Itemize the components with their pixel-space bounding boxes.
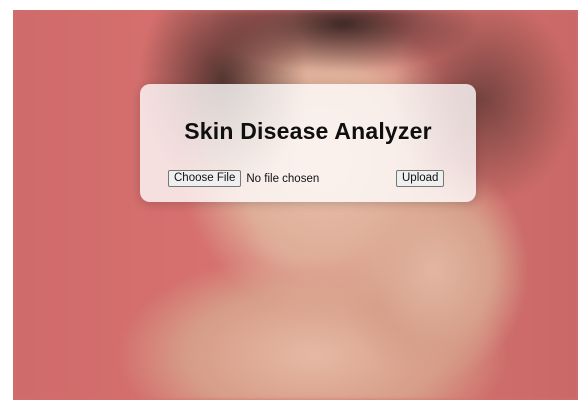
background-photo (13, 10, 578, 400)
page-title: Skin Disease Analyzer (184, 118, 432, 144)
file-input[interactable]: Choose File No file chosen (168, 170, 319, 187)
upload-card: Skin Disease Analyzer Choose File No fil… (140, 84, 476, 202)
upload-button[interactable]: Upload (396, 170, 445, 187)
page-viewport: Skin Disease Analyzer Choose File No fil… (13, 10, 578, 400)
choose-file-button[interactable]: Choose File (168, 170, 242, 187)
file-status-text: No file chosen (246, 172, 320, 185)
